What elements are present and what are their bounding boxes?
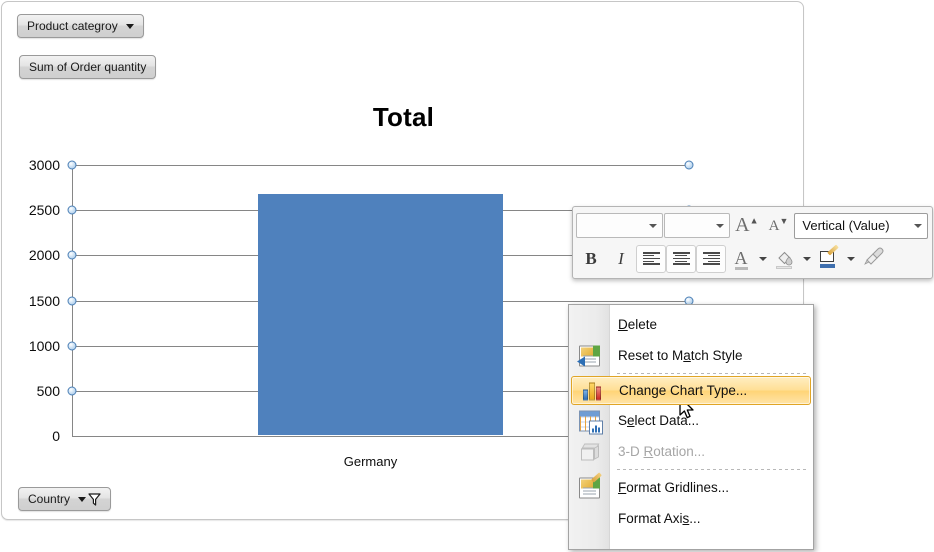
menu-item-label: 3-D Rotation...: [618, 444, 706, 459]
pivot-field-country[interactable]: Country: [18, 487, 112, 511]
chevron-down-icon: [914, 223, 922, 228]
filter-funnel-icon: [78, 492, 101, 506]
font-color-swatch: [734, 267, 748, 270]
shape-outline-icon: [819, 243, 839, 269]
pivot-field-label: Product categroy: [27, 19, 118, 33]
align-center-icon: [672, 252, 690, 265]
shape-outline-dropdown[interactable]: [844, 245, 858, 273]
menu-item-label: Format Gridlines...: [618, 480, 730, 495]
pivot-field-label: Country: [28, 492, 71, 506]
shrink-font-icon: A▼: [768, 216, 789, 234]
font-color-button[interactable]: A: [726, 245, 756, 273]
value-axis-tick: 2500: [28, 202, 60, 219]
align-left-icon: [642, 252, 660, 265]
format-painter-icon: [864, 246, 886, 271]
bold-icon: B: [585, 248, 597, 268]
menu-item-select-data[interactable]: Select Data...: [569, 405, 813, 436]
menu-item-label: Reset to Match Style: [618, 348, 743, 363]
align-left-button[interactable]: [636, 244, 666, 273]
menu-item-label: Select Data...: [618, 413, 700, 428]
reset-style-icon: [577, 345, 600, 366]
selection-handle[interactable]: [67, 250, 77, 260]
align-right-icon: [702, 252, 720, 265]
fill-color-dropdown[interactable]: [800, 245, 814, 273]
selection-handle[interactable]: [67, 205, 77, 215]
italic-icon: I: [618, 248, 624, 268]
pivot-field-product-category[interactable]: Product categroy: [17, 14, 144, 38]
grow-font-button[interactable]: A▲: [731, 212, 763, 240]
value-axis-tick: 2000: [28, 247, 60, 264]
font-name-combo[interactable]: [576, 213, 664, 238]
value-axis-tick: 3000: [28, 157, 60, 173]
menu-item-format-gridlines[interactable]: Format Gridlines...: [569, 471, 813, 503]
selection-handle[interactable]: [67, 296, 77, 305]
menu-item-reset-to-match-style[interactable]: Reset to Match Style: [569, 340, 813, 371]
chart-element-combo[interactable]: Vertical (Value): [794, 212, 928, 239]
pivot-field-label: Sum of Order quantity: [29, 60, 147, 74]
font-color-icon: A: [734, 248, 748, 268]
shrink-font-button[interactable]: A▼: [763, 212, 795, 240]
font-color-dropdown[interactable]: [756, 245, 770, 273]
selection-handle[interactable]: [684, 160, 694, 170]
menu-item-label: Delete: [618, 317, 658, 332]
menu-item-label: Format Axis...: [618, 511, 701, 526]
font-size-combo[interactable]: [664, 213, 730, 238]
align-right-button[interactable]: [696, 244, 726, 273]
menu-item-change-chart-type[interactable]: Change Chart Type...: [571, 376, 811, 405]
bold-button[interactable]: B: [576, 245, 606, 273]
shape-outline-button[interactable]: [814, 243, 844, 273]
select-data-icon: [579, 410, 603, 434]
mini-formatting-toolbar[interactable]: A▲ A▼ Vertical (Value) B I A: [572, 206, 933, 279]
menu-item-delete[interactable]: Delete: [569, 309, 813, 340]
3d-rotation-icon: [579, 441, 600, 462]
menu-separator: [617, 373, 807, 374]
menu-separator: [617, 469, 807, 470]
selection-handle[interactable]: [67, 160, 77, 170]
selection-handle[interactable]: [67, 341, 77, 351]
align-center-button[interactable]: [666, 244, 696, 273]
value-axis-tick: 1500: [28, 292, 60, 309]
value-axis-tick: 0: [52, 428, 60, 444]
menu-item-3-d-rotation: 3-D Rotation...: [569, 436, 813, 467]
chevron-down-icon: [125, 23, 134, 29]
data-series-bar[interactable]: [258, 194, 503, 435]
gridline[interactable]: [72, 165, 689, 166]
grow-font-icon: A▲: [735, 214, 759, 236]
change-chart-type-icon: [582, 380, 603, 401]
format-gridlines-icon: [579, 471, 602, 498]
value-axis-tick: 500: [36, 382, 60, 399]
pivot-field-sum-of-order-quantity[interactable]: Sum of Order quantity: [19, 55, 157, 79]
italic-button[interactable]: I: [606, 245, 636, 273]
format-painter-button[interactable]: [858, 245, 892, 273]
fill-color-button[interactable]: [770, 245, 800, 273]
chart-element-value: Vertical (Value): [802, 218, 890, 233]
chevron-down-icon: [649, 223, 658, 228]
menu-item-format-axis[interactable]: Format Axis...: [569, 503, 813, 534]
value-axis-tick: 1000: [28, 337, 60, 354]
selection-handle[interactable]: [67, 386, 77, 396]
chevron-down-icon: [716, 223, 724, 228]
menu-item-label: Change Chart Type...: [619, 383, 748, 398]
fill-color-icon: [775, 249, 795, 269]
context-menu[interactable]: Delete Reset to Match Style Change Chart T…: [568, 304, 814, 550]
